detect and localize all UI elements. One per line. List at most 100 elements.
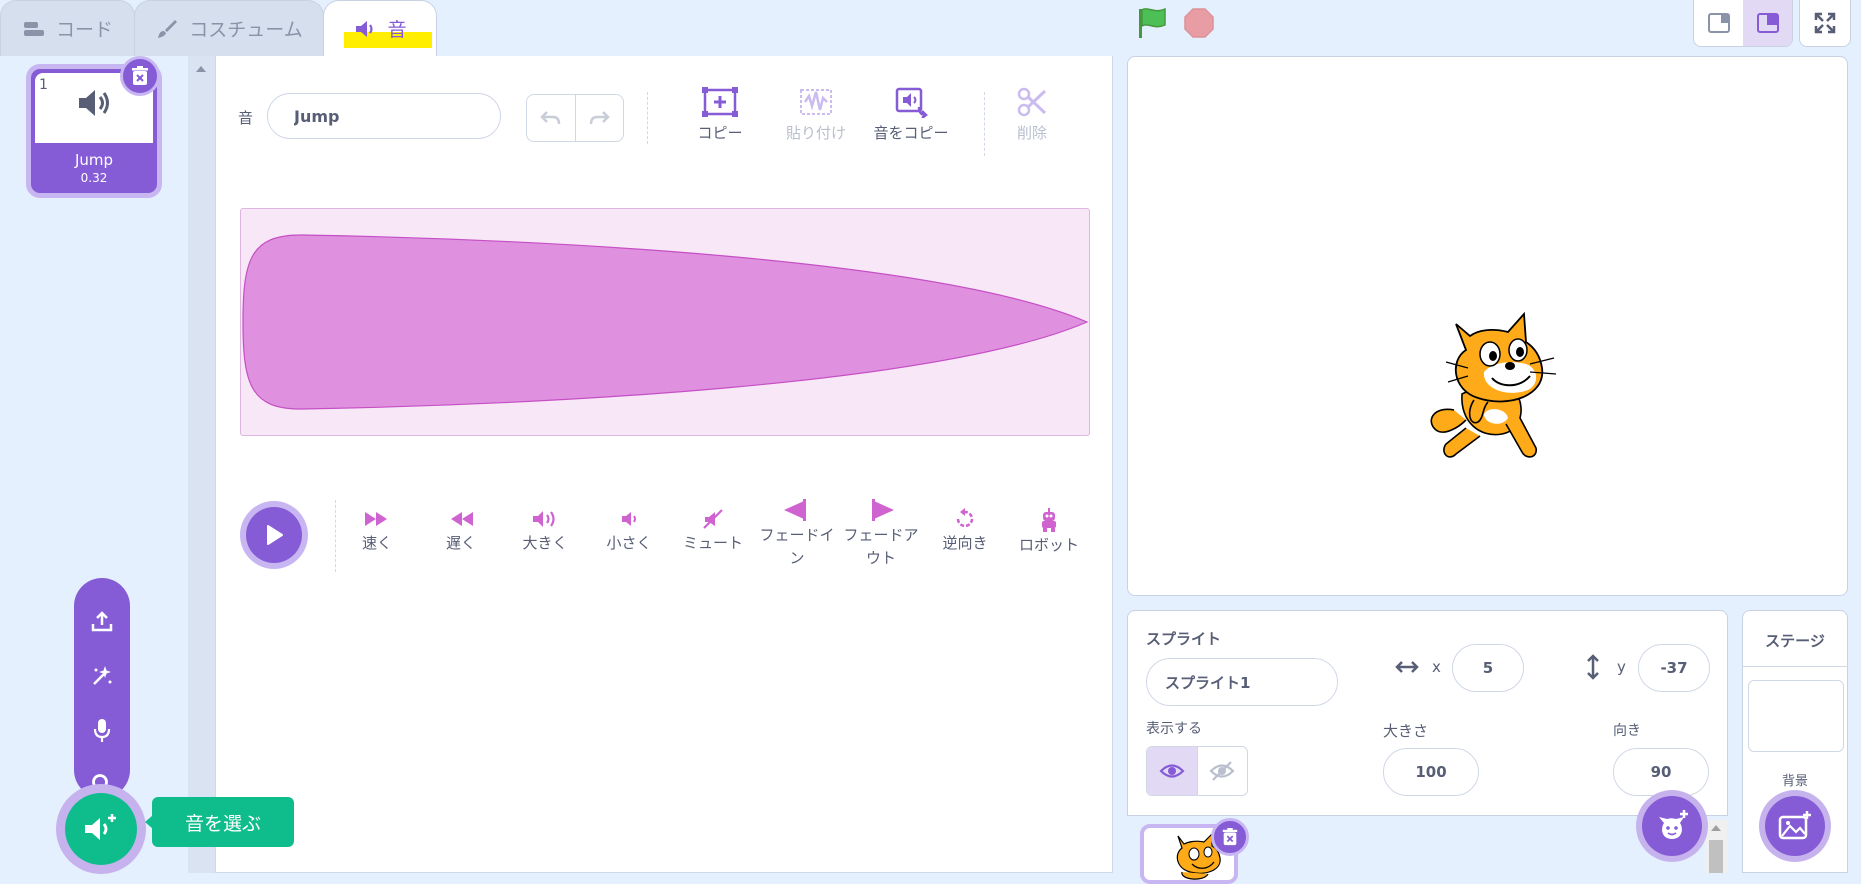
show-label: 表示する bbox=[1146, 721, 1202, 737]
reverse-icon bbox=[923, 508, 1007, 530]
cat-sprite[interactable] bbox=[1422, 302, 1572, 462]
backdrop-label: 背景 bbox=[1781, 774, 1808, 789]
softer-icon bbox=[587, 508, 671, 530]
delete-sprite-button[interactable] bbox=[1211, 818, 1249, 856]
stage-panel-title: ステージ bbox=[1765, 632, 1825, 650]
delete-sound-button[interactable] bbox=[120, 56, 160, 96]
green-flag-icon[interactable] bbox=[1136, 6, 1168, 40]
stop-icon[interactable] bbox=[1183, 7, 1215, 39]
hide-button[interactable] bbox=[1198, 747, 1248, 795]
copy-icon bbox=[675, 86, 765, 118]
paste-label: 貼り付け bbox=[785, 124, 846, 142]
delete-label: 削除 bbox=[1016, 124, 1047, 142]
record-button[interactable] bbox=[74, 710, 130, 750]
effect-fade-out[interactable]: フェードアウト bbox=[839, 498, 923, 570]
effect-reverse-label: 逆向き bbox=[942, 534, 988, 552]
play-icon bbox=[263, 523, 285, 547]
delete-button[interactable]: 削除 bbox=[987, 86, 1077, 143]
toolbar-divider bbox=[984, 92, 985, 156]
paste-icon bbox=[771, 86, 861, 118]
eye-slash-icon bbox=[1209, 761, 1235, 781]
waveform-view[interactable] bbox=[240, 208, 1090, 436]
y-label: y bbox=[1617, 658, 1626, 676]
paintbrush-icon bbox=[155, 17, 179, 41]
effect-softer-label: 小さく bbox=[606, 534, 652, 552]
tab-costumes-label: コスチューム bbox=[189, 19, 303, 41]
effect-slower-label: 遅く bbox=[445, 534, 476, 552]
sound-list-scrollbar[interactable] bbox=[188, 56, 215, 873]
x-label: x bbox=[1432, 658, 1441, 676]
visibility-toggle bbox=[1146, 746, 1248, 796]
toolbar-divider bbox=[647, 92, 648, 144]
tooltip-label: 音を選ぶ bbox=[184, 812, 261, 835]
trash-icon bbox=[130, 65, 150, 87]
fullscreen-icon bbox=[1813, 11, 1837, 35]
direction-input[interactable]: 90 bbox=[1613, 748, 1709, 796]
sprite-name-input[interactable]: スプライト1 bbox=[1146, 658, 1338, 706]
y-input[interactable]: -37 bbox=[1638, 644, 1710, 692]
x-input[interactable]: 5 bbox=[1452, 644, 1524, 692]
fullscreen-button[interactable] bbox=[1799, 0, 1851, 47]
choose-sprite-button-inner bbox=[1642, 796, 1702, 856]
stage-panel-divider bbox=[1742, 666, 1848, 667]
choose-backdrop-button-inner bbox=[1765, 796, 1825, 856]
size-input[interactable]: 100 bbox=[1383, 748, 1479, 796]
effect-reverse[interactable]: 逆向き bbox=[923, 508, 1007, 555]
x-position-icon bbox=[1393, 656, 1421, 678]
effect-fade-in[interactable]: フェードイン bbox=[755, 498, 839, 570]
choose-sound-button[interactable] bbox=[56, 784, 146, 874]
effect-robot[interactable]: ロボット bbox=[1007, 508, 1091, 557]
sprite-tray-scrollbar[interactable] bbox=[1705, 820, 1727, 873]
choose-sound-button-inner bbox=[65, 793, 137, 865]
undo-button[interactable] bbox=[527, 95, 576, 141]
small-stage-button[interactable] bbox=[1694, 0, 1743, 46]
choose-sprite-button[interactable] bbox=[1636, 790, 1708, 862]
tab-code[interactable]: コード bbox=[0, 0, 135, 56]
effect-louder-label: 大きく bbox=[522, 534, 568, 552]
microphone-icon bbox=[90, 717, 114, 743]
tab-code-label: コード bbox=[55, 19, 113, 41]
show-button[interactable] bbox=[1147, 747, 1198, 795]
upload-sound-button[interactable] bbox=[74, 602, 130, 642]
effect-faster[interactable]: 速く bbox=[335, 508, 419, 555]
choose-backdrop-button[interactable] bbox=[1759, 790, 1831, 862]
effect-mute[interactable]: ミュート bbox=[671, 508, 755, 555]
normal-stage-button[interactable] bbox=[1743, 0, 1792, 46]
mute-icon bbox=[671, 508, 755, 530]
surprise-button[interactable] bbox=[74, 656, 130, 696]
sound-editor bbox=[215, 56, 1113, 873]
fade-in-icon bbox=[755, 498, 839, 522]
stage[interactable] bbox=[1127, 56, 1848, 596]
surprise-icon bbox=[90, 664, 114, 688]
faster-icon bbox=[335, 508, 419, 530]
copy-button[interactable]: コピー bbox=[675, 86, 765, 143]
effect-mute-label: ミュート bbox=[682, 534, 743, 552]
sound-item-duration: 0.32 bbox=[80, 171, 108, 185]
tab-sounds-label: 音 bbox=[387, 19, 407, 41]
effect-fade-out-label: フェードアウト bbox=[843, 526, 919, 567]
fade-out-icon bbox=[839, 498, 923, 522]
effect-louder[interactable]: 大きく bbox=[503, 508, 587, 555]
sound-name-input[interactable] bbox=[267, 93, 501, 139]
trash-icon bbox=[1221, 827, 1239, 847]
effect-slower[interactable]: 遅く bbox=[419, 508, 503, 555]
backdrop-thumbnail[interactable] bbox=[1748, 680, 1844, 752]
scissors-icon bbox=[987, 86, 1077, 118]
choose-sound-tooltip: 音を選ぶ bbox=[152, 797, 294, 853]
add-backdrop-icon bbox=[1777, 810, 1813, 842]
redo-button[interactable] bbox=[576, 95, 624, 141]
tab-costumes[interactable]: コスチューム bbox=[134, 0, 324, 56]
effect-robot-label: ロボット bbox=[1018, 536, 1079, 554]
speaker-icon bbox=[75, 87, 113, 119]
waveform-shape bbox=[242, 234, 1089, 410]
effect-softer[interactable]: 小さく bbox=[587, 508, 671, 555]
copy-to-new-button[interactable]: 音をコピー bbox=[866, 86, 956, 143]
effect-faster-label: 速く bbox=[361, 534, 392, 552]
play-button-inner bbox=[246, 507, 302, 563]
tab-sounds[interactable]: 音 bbox=[323, 0, 437, 56]
cat-plus-icon bbox=[1654, 809, 1690, 843]
sprite-label: スプライト bbox=[1146, 630, 1222, 648]
play-button[interactable] bbox=[240, 501, 308, 569]
paste-button[interactable]: 貼り付け bbox=[771, 86, 861, 143]
y-position-icon bbox=[1582, 653, 1604, 681]
